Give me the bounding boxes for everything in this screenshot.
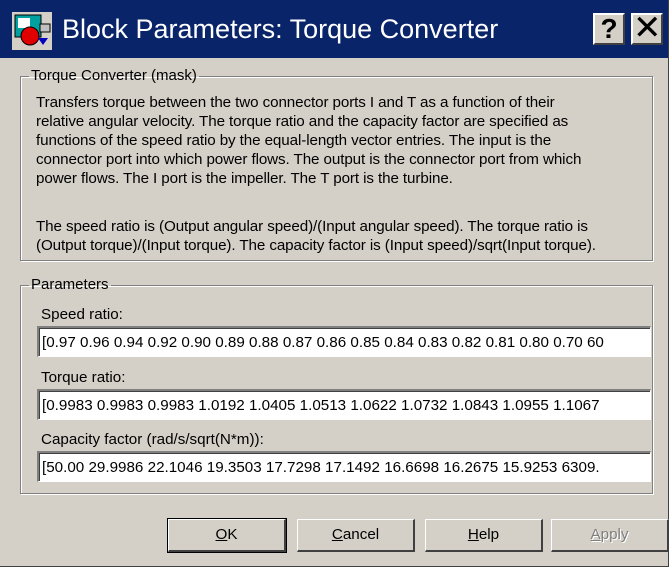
description-line: relative angular velocity. The torque ra… bbox=[36, 113, 569, 130]
mask-description-paragraph-2: The speed ratio is (Output angular speed… bbox=[36, 217, 656, 255]
block-parameters-dialog: Block Parameters: Torque Converter ? ✕ T… bbox=[0, 0, 669, 567]
description-line: The speed ratio is (Output angular speed… bbox=[36, 218, 588, 235]
apply-mnemonic: A bbox=[590, 526, 601, 543]
speed-ratio-input[interactable] bbox=[39, 328, 650, 356]
apply-label-rest: pply bbox=[600, 526, 629, 543]
torque-ratio-field-frame bbox=[37, 389, 651, 420]
help-label-rest: elp bbox=[478, 526, 500, 543]
mask-group-legend: Torque Converter (mask) bbox=[31, 67, 197, 84]
speed-ratio-label: Speed ratio: bbox=[41, 306, 123, 323]
torque-ratio-input[interactable] bbox=[39, 391, 650, 419]
title-bar[interactable]: Block Parameters: Torque Converter ? ✕ bbox=[0, 0, 668, 58]
simulink-block-icon bbox=[12, 12, 52, 50]
capacity-factor-field-frame bbox=[37, 451, 651, 482]
description-line: power flows. The I port is the impeller.… bbox=[36, 170, 453, 187]
description-line: functions of the speed ratio by the equa… bbox=[36, 132, 552, 149]
help-mnemonic: H bbox=[467, 526, 479, 543]
cancel-label-rest: ancel bbox=[342, 526, 380, 543]
description-line: Transfers torque between the two connect… bbox=[36, 94, 555, 111]
parameters-group-legend: Parameters bbox=[31, 276, 109, 293]
close-x-icon[interactable]: ✕ bbox=[631, 11, 663, 45]
ok-label-rest: K bbox=[227, 526, 238, 543]
capacity-factor-input[interactable] bbox=[39, 453, 650, 481]
description-line: connector port into which power flows. T… bbox=[36, 151, 582, 168]
description-line: (Output torque)/(Input torque). The capa… bbox=[36, 237, 596, 254]
ok-mnemonic: O bbox=[215, 526, 228, 543]
torque-ratio-label: Torque ratio: bbox=[41, 369, 126, 386]
help-button[interactable]: Help bbox=[425, 519, 543, 552]
speed-ratio-field-frame bbox=[37, 326, 651, 357]
question-mark-icon[interactable]: ? bbox=[593, 13, 625, 45]
ok-button[interactable]: OK bbox=[167, 518, 287, 553]
mask-description-paragraph-1: Transfers torque between the two connect… bbox=[36, 93, 656, 188]
window-title: Block Parameters: Torque Converter bbox=[62, 14, 499, 44]
apply-button[interactable]: Apply bbox=[551, 519, 669, 552]
cancel-mnemonic: C bbox=[331, 526, 343, 543]
capacity-factor-label: Capacity factor (rad/s/sqrt(N*m)): bbox=[41, 431, 264, 448]
cancel-button[interactable]: Cancel bbox=[297, 519, 415, 552]
